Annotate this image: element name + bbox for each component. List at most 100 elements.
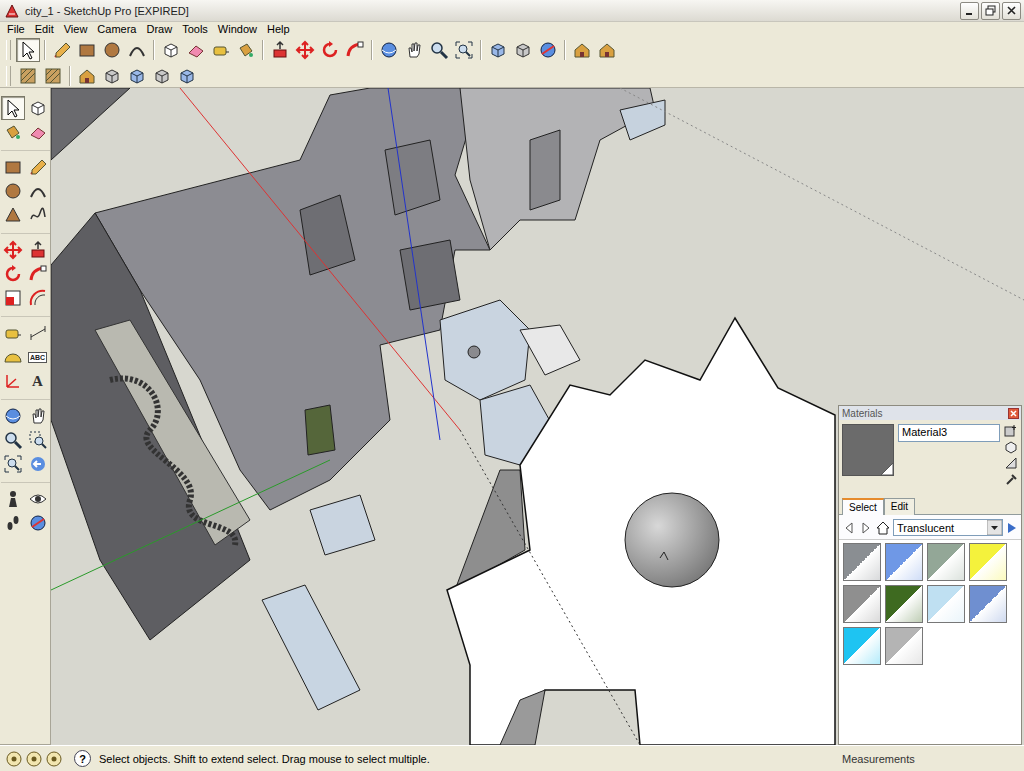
user-icon[interactable]: [46, 751, 62, 767]
toolbar-button[interactable]: [486, 38, 510, 62]
tool-button[interactable]: [26, 179, 50, 203]
menu-item[interactable]: Draw: [141, 22, 177, 36]
tool-button[interactable]: [1, 238, 25, 262]
close-icon[interactable]: [1008, 408, 1019, 419]
toolbar-button[interactable]: [50, 38, 74, 62]
tool-button[interactable]: [26, 428, 50, 452]
toolbar-button[interactable]: [75, 38, 99, 62]
tool-button[interactable]: [1, 369, 25, 393]
details-icon[interactable]: [1006, 521, 1018, 535]
tool-button[interactable]: [26, 262, 50, 286]
tool-button[interactable]: [26, 452, 50, 476]
toolbar-button[interactable]: [234, 38, 258, 62]
paint-icon[interactable]: [1004, 456, 1018, 470]
toolbar-button[interactable]: [184, 38, 208, 62]
menu-item[interactable]: Camera: [92, 22, 141, 36]
tool-button[interactable]: [26, 511, 50, 535]
toolbar-button[interactable]: [268, 38, 292, 62]
toolbar-button[interactable]: [100, 64, 124, 88]
toolbar-button[interactable]: [159, 38, 183, 62]
material-swatch[interactable]: [927, 585, 965, 623]
tool-button[interactable]: [1, 345, 25, 369]
restore-button[interactable]: [981, 2, 1000, 20]
toolbar-button[interactable]: [511, 38, 535, 62]
material-swatch[interactable]: [843, 627, 881, 665]
toolbar-button[interactable]: [293, 38, 317, 62]
tool-button[interactable]: [1, 120, 25, 144]
material-swatch[interactable]: [843, 543, 881, 581]
toolbar-button[interactable]: [75, 64, 99, 88]
material-swatch[interactable]: [885, 627, 923, 665]
tool-button[interactable]: [1, 179, 25, 203]
tool-button[interactable]: [26, 321, 50, 345]
collection-dropdown[interactable]: Translucent: [893, 519, 1003, 536]
toolbar-button[interactable]: [343, 38, 367, 62]
tool-button[interactable]: [26, 155, 50, 179]
tool-button[interactable]: [26, 487, 50, 511]
back-icon[interactable]: [842, 521, 856, 535]
create-material-icon[interactable]: [1004, 424, 1018, 438]
toolbar-button[interactable]: [100, 38, 124, 62]
toolbar-button[interactable]: [125, 38, 149, 62]
credits-icon[interactable]: [26, 751, 42, 767]
tool-button[interactable]: [26, 96, 50, 120]
materials-tab[interactable]: Select: [842, 498, 884, 515]
toolbar-button[interactable]: [175, 64, 199, 88]
toolbar-button[interactable]: [41, 64, 65, 88]
material-swatch[interactable]: [885, 543, 923, 581]
minimize-button[interactable]: [960, 2, 979, 20]
tool-button[interactable]: [1, 452, 25, 476]
menu-item[interactable]: Window: [213, 22, 262, 36]
home-icon[interactable]: [876, 521, 890, 535]
toolbar-button[interactable]: [16, 64, 40, 88]
geo-location-icon[interactable]: [6, 751, 22, 767]
material-swatch[interactable]: [927, 543, 965, 581]
toolbar-button[interactable]: [402, 38, 426, 62]
tool-button[interactable]: [1, 511, 25, 535]
tool-button[interactable]: [1, 286, 25, 310]
tool-button[interactable]: [1, 203, 25, 227]
toolbar-button[interactable]: [570, 38, 594, 62]
material-swatch[interactable]: [969, 543, 1007, 581]
tool-button[interactable]: [1, 262, 25, 286]
tool-button[interactable]: [1, 155, 25, 179]
help-button[interactable]: ?: [74, 750, 91, 767]
material-swatch[interactable]: [969, 585, 1007, 623]
menu-item[interactable]: View: [59, 22, 93, 36]
toolbar-button[interactable]: [125, 64, 149, 88]
toolbar-button[interactable]: [536, 38, 560, 62]
material-swatch[interactable]: [843, 585, 881, 623]
forward-icon[interactable]: [859, 521, 873, 535]
toolbar-button[interactable]: [150, 64, 174, 88]
toolbar-button[interactable]: [452, 38, 476, 62]
tool-button[interactable]: A: [26, 369, 50, 393]
tool-button[interactable]: [1, 404, 25, 428]
menu-item[interactable]: Edit: [30, 22, 59, 36]
tool-button[interactable]: [1, 96, 25, 120]
tool-button[interactable]: [26, 404, 50, 428]
toolbar-button[interactable]: [209, 38, 233, 62]
toolbar-button[interactable]: [427, 38, 451, 62]
default-material-icon[interactable]: [1004, 440, 1018, 454]
dropdown-arrow-icon[interactable]: [987, 520, 1002, 535]
menu-item[interactable]: Help: [262, 22, 295, 36]
tool-button[interactable]: [26, 238, 50, 262]
toolbar-button[interactable]: [377, 38, 401, 62]
tool-button[interactable]: [1, 487, 25, 511]
tool-button[interactable]: [1, 321, 25, 345]
material-swatch[interactable]: [885, 585, 923, 623]
materials-tab[interactable]: Edit: [884, 498, 915, 515]
menu-item[interactable]: Tools: [177, 22, 213, 36]
material-name-field[interactable]: Material3: [898, 424, 1000, 442]
toolbar-button[interactable]: [595, 38, 619, 62]
toolbar-button[interactable]: [16, 38, 40, 62]
menu-item[interactable]: File: [2, 22, 30, 36]
tool-button[interactable]: ABC: [26, 345, 50, 369]
tool-button[interactable]: [1, 428, 25, 452]
close-button[interactable]: [1002, 2, 1021, 20]
toolbar-button[interactable]: [318, 38, 342, 62]
tool-button[interactable]: [26, 120, 50, 144]
tool-button[interactable]: [26, 286, 50, 310]
tool-button[interactable]: [26, 203, 50, 227]
eyedropper-icon[interactable]: [1004, 472, 1018, 486]
